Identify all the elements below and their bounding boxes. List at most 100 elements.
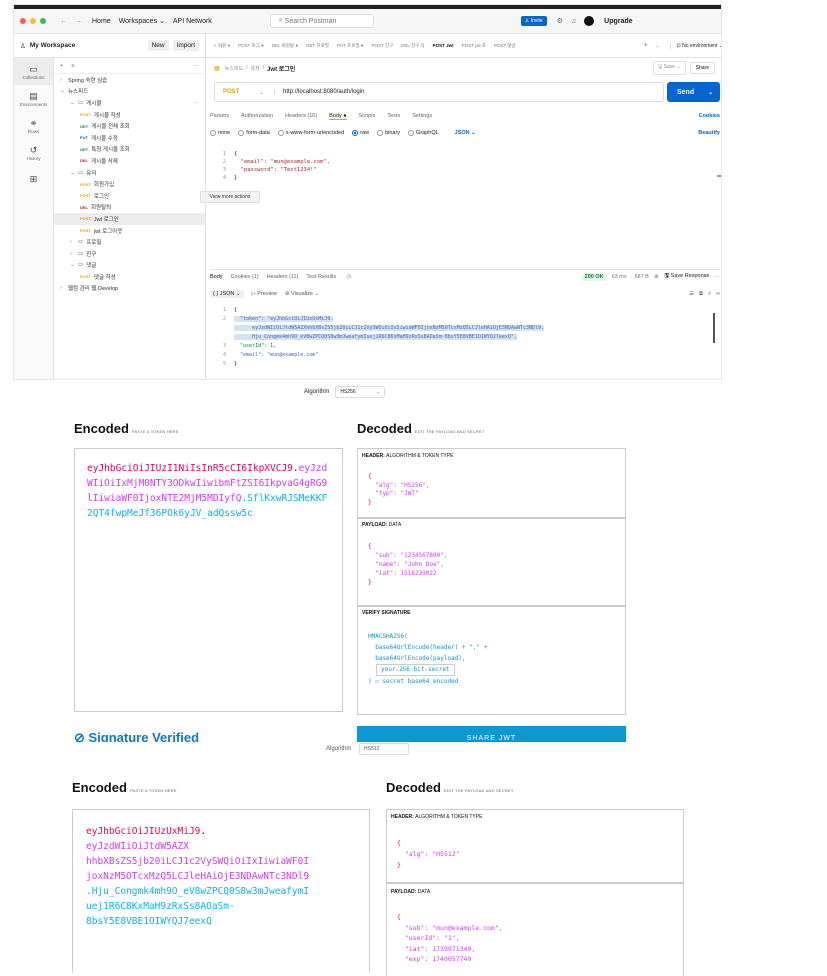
new-button[interactable]: New [147,40,169,51]
tree-row[interactable]: POST Jwt 로그인 [54,213,205,225]
share-button[interactable]: Share [689,62,715,74]
secret-base64-checkbox[interactable]: ) ☐ secret base64 encoded [368,676,615,687]
back-icon[interactable]: ← [60,18,67,25]
tree-row[interactable]: POST 댓글 작성 [54,271,205,283]
request-tab[interactable]: POST 로그 ● [238,43,264,49]
more-icon[interactable]: ··· [715,274,721,280]
api-network-link[interactable]: API Network [173,18,212,25]
minimize-dot[interactable] [30,18,36,24]
tree-row[interactable]: › ▭ 친구 [54,248,205,260]
avatar[interactable] [584,16,595,26]
secret-input[interactable]: your-256-bit-secret [376,664,455,676]
request-config-tab[interactable]: Tests [387,113,400,120]
payload-json[interactable]: { "sub": "1234567890", "name": "John Doe… [358,530,625,605]
response-view-select[interactable]: { } JSON ⌄ [210,290,244,298]
header-json[interactable]: { "alg": "HS256", "typ": "JWT"} [358,463,625,517]
radio-icon[interactable] [408,130,415,136]
request-tab[interactable]: POST 댓글 [494,43,516,49]
radio-icon[interactable] [352,130,359,136]
tabs-dropdown-icon[interactable]: ⌄ [656,43,660,49]
search-icon[interactable]: ⌕ [708,291,711,298]
tree-row[interactable]: › Spring 숙련 심습 [54,74,205,86]
algorithm-select[interactable]: HS256 ⌄ [335,386,386,398]
rail-item-0[interactable]: ▭ Collections [14,58,53,85]
breadcrumb-folder[interactable]: 유저 [250,65,259,72]
response-tab[interactable]: Headers (11) [267,274,299,280]
body-type-option[interactable]: none [210,130,230,136]
save-response-button[interactable]: 🖫 Save Response [664,272,709,281]
beautify-link[interactable]: Beautify [698,130,720,136]
tree-row[interactable]: ⌄ ▭ 유저 [54,167,205,179]
breadcrumb-collection[interactable]: 뉴스피드 [225,65,243,72]
chevron-down-icon[interactable]: ⌄ [708,89,713,96]
tree-row[interactable]: POST 로그인 [54,190,205,202]
close-dot[interactable] [20,18,26,24]
tree-row[interactable]: POST 게시물 작성 [54,109,205,121]
request-name[interactable]: Jwt 로그인 [267,64,295,73]
request-config-tab[interactable]: Scripts [359,113,376,120]
encoded-token-input-2[interactable]: eyJhbGciOiJIUzUxMiJ9. eyJzdWIiOiJtdW5AZX h… [72,809,370,973]
tree-row[interactable]: POST 회원가입 [54,178,205,190]
tree-row[interactable]: DEL 게시물 삭제 [54,155,205,167]
tree-row[interactable]: ⌄ ▭ 게시물 ··· [54,97,205,109]
forward-icon[interactable]: → [75,18,82,25]
send-button[interactable]: Send ⌄ [667,82,720,102]
tree-row[interactable]: PUT 게시물 수정 [54,132,205,144]
body-type-option[interactable]: form-data [238,130,270,136]
request-tab[interactable]: GET 프로필 [306,43,329,49]
tree-row[interactable]: GET 특정 게시물 조회 [54,144,205,156]
workspaces-menu[interactable]: Workspaces ⌄ [119,17,165,25]
url-text[interactable]: http://localhost:8080/auth/login [274,89,364,95]
request-tab[interactable]: POST 친구 [371,43,393,49]
link-icon[interactable]: ∞ [716,291,720,297]
payload-json[interactable]: { "sub": "mun@example.com", "userId": "1… [387,900,683,976]
rail-item-3[interactable]: ↺ History [14,139,53,166]
import-button[interactable]: Import [172,40,199,51]
preview-button[interactable]: ▷ Preview [252,291,277,297]
request-config-tab[interactable]: Authorization [241,113,273,120]
request-tab[interactable]: POST Jwt [433,43,454,49]
header-json[interactable]: { "alg": "HS512"} [387,824,683,882]
tree-row[interactable]: › 웹컴 관리 웹 Develop [54,283,205,295]
tree-row[interactable]: GET 게시물 전체 조회 [54,120,205,132]
radio-icon[interactable] [277,130,284,136]
more-icon[interactable]: ··· [194,100,200,106]
request-tab[interactable]: DEL 친구 삭 [401,43,425,49]
response-body-editor[interactable]: 1{2 "token": "eyJhbGciOiJIUzUxMiJ9. eyJz… [206,303,721,379]
visualize-button[interactable]: ⊛ Visualize ⌄ [285,291,319,297]
upgrade-button[interactable]: Upgrade [604,18,632,25]
request-tab[interactable]: POST jwt 로 [462,43,486,49]
request-config-tab[interactable]: Params [210,113,229,120]
scrollbar[interactable] [713,313,715,343]
method-chevron-icon[interactable]: ⌄ [259,89,264,96]
share-jwt-button[interactable]: SHARE JWT [357,726,626,742]
rail-item-2[interactable]: ⚭ Flows [14,112,53,139]
bell-icon[interactable]: ♫ [571,18,576,25]
tree-row[interactable]: ⌄ ▭ 댓글 [54,260,205,272]
invite-button[interactable]: ♙ Invite [520,16,547,26]
copy-icon[interactable]: ⧉ [699,291,703,298]
save-button[interactable]: 🖫 Save ⌄ [653,61,686,75]
tree-row[interactable]: POST jwt 로그아웃 [54,225,205,237]
request-config-tab[interactable]: Settings [412,113,432,120]
encoded-token-input[interactable]: eyJhbGciOiJIUzI1NiIsInR5cCI6IkpXVCJ9.eyJ… [74,448,343,712]
request-config-tab[interactable]: Headers (10) [285,113,317,120]
maximize-dot[interactable] [40,18,46,24]
home-link[interactable]: Home [92,18,111,25]
rail-item-1[interactable]: ▤ Environments [14,85,53,112]
body-type-option[interactable]: raw [352,130,369,136]
history-icon[interactable]: ◷ [346,274,351,280]
body-type-option[interactable]: GraphQL [408,130,439,136]
search-input[interactable]: ⌕ Search Postman [269,14,374,28]
filter-icon[interactable]: ≡ [71,63,74,69]
body-type-option[interactable]: binary [377,130,400,136]
tree-row[interactable]: › ▭ 프로필 [54,236,205,248]
cookies-link[interactable]: Cookies [699,113,720,119]
request-tab[interactable]: DEL 회원탈 ● [272,43,298,49]
body-format-select[interactable]: JSON ⌄ [455,130,476,136]
environment-select[interactable]: ⊡ No environment ⌄ [669,42,721,49]
request-tab[interactable]: < 회원 ● [214,43,230,49]
new-tab-icon[interactable]: + [644,42,648,49]
radio-icon[interactable] [238,130,245,136]
workspace-name[interactable]: My Workspace [30,42,75,49]
